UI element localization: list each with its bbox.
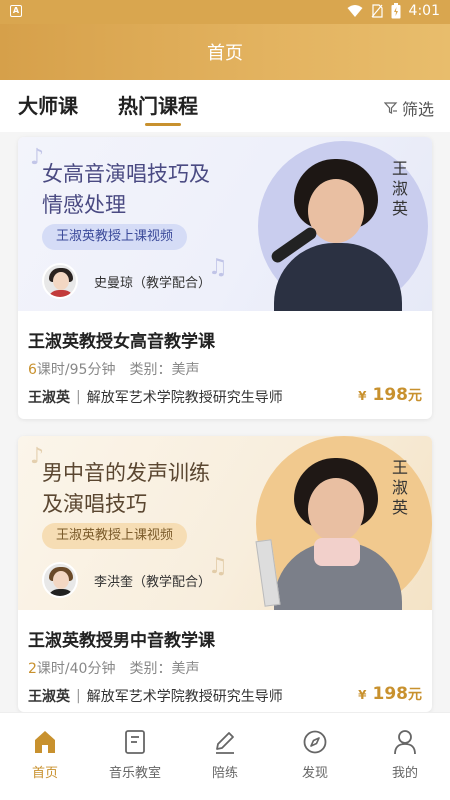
- course-meta: 6课时/95分钟 类别：美声: [28, 359, 199, 379]
- nav-label: 首页: [31, 766, 58, 781]
- pencil-icon: [216, 732, 234, 754]
- compass-icon: [303, 730, 327, 754]
- tab-master-class[interactable]: 大师课: [18, 90, 78, 119]
- course-card[interactable]: ♪ ♫ 男中音的发声训练 及演唱技巧 王淑英教授上课视频 李洪奎（教学配合） 王…: [18, 436, 432, 712]
- course-price: ¥198 元: [358, 385, 422, 405]
- course-list[interactable]: ♪ ♫ 女高音演唱技巧及 情感处理 王淑英教授上课视频 史曼琼（教学配合） 王淑…: [0, 132, 450, 712]
- nav-discover[interactable]: 发现: [270, 713, 360, 800]
- divider: |: [76, 688, 81, 704]
- banner-subtitle-pill: 王淑英教授上课视频: [42, 224, 188, 250]
- page-title: 首页: [207, 43, 243, 64]
- teacher-line: 王淑英 | 解放军艺术学院教授研究生导师: [28, 387, 283, 407]
- filter-button[interactable]: 筛选: [383, 96, 434, 120]
- teacher-description: 解放军艺术学院教授研究生导师: [86, 390, 283, 406]
- nav-label: 发现: [301, 766, 328, 781]
- nav-label: 音乐教室: [108, 766, 161, 781]
- active-tab-indicator: [145, 123, 181, 126]
- assistant-avatar: [42, 263, 78, 299]
- banner-headline: 男中音的发声训练 及演唱技巧: [42, 461, 210, 516]
- course-duration: 6课时/95分钟: [28, 362, 116, 378]
- assistant-name: 李洪奎（教学配合）: [94, 574, 212, 590]
- user-icon: [394, 730, 416, 755]
- course-duration: 2课时/40分钟: [28, 661, 116, 677]
- app-header: 首页: [0, 24, 450, 80]
- home-icon: [35, 731, 55, 753]
- course-meta: 2课时/40分钟 类别：美声: [28, 658, 199, 678]
- filter-icon: [383, 102, 398, 114]
- teacher-name: 王淑英: [28, 689, 70, 705]
- course-banner[interactable]: ♪ ♫ 男中音的发声训练 及演唱技巧 王淑英教授上课视频 李洪奎（教学配合） 王…: [18, 436, 432, 610]
- assistant-avatar: [42, 562, 78, 598]
- book-icon: [125, 730, 145, 754]
- status-icons: 4:01: [347, 3, 440, 19]
- divider: |: [76, 389, 81, 405]
- nav-mine[interactable]: 我的: [360, 713, 450, 800]
- no-sim-icon: [371, 4, 383, 18]
- assistant-info: 史曼琼（教学配合）: [42, 263, 211, 299]
- teacher-portrait: [255, 454, 408, 610]
- teacher-description: 解放军艺术学院教授研究生导师: [86, 689, 283, 705]
- teacher-vertical-name: 王淑英: [391, 458, 408, 517]
- teacher-vertical-name: 王淑英: [391, 159, 408, 218]
- assistant-name: 史曼琼（教学配合）: [94, 275, 212, 291]
- status-time: 4:01: [408, 3, 440, 19]
- nav-label: 陪练: [211, 766, 238, 781]
- app-notification-icon: A: [10, 5, 22, 17]
- scarf-decor: [314, 538, 360, 566]
- teacher-name: 王淑英: [28, 390, 70, 406]
- status-bar: A 4:01: [0, 0, 450, 24]
- course-price: ¥198 元: [358, 684, 422, 704]
- nav-label: 我的: [391, 766, 418, 781]
- course-category: 类别：美声: [129, 661, 200, 677]
- course-banner[interactable]: ♪ ♫ 女高音演唱技巧及 情感处理 王淑英教授上课视频 史曼琼（教学配合） 王淑…: [18, 137, 432, 311]
- assistant-info: 李洪奎（教学配合）: [42, 562, 211, 598]
- course-title[interactable]: 王淑英教授女高音教学课: [28, 327, 215, 352]
- bottom-nav: 首页 音乐教室 陪练 发现 我的: [0, 712, 450, 800]
- nav-music-classroom[interactable]: 音乐教室: [90, 713, 180, 800]
- teacher-line: 王淑英 | 解放军艺术学院教授研究生导师: [28, 686, 283, 706]
- teacher-portrait: [268, 155, 408, 311]
- book-icon: [255, 539, 281, 607]
- nav-practice[interactable]: 陪练: [180, 713, 270, 800]
- course-category: 类别：美声: [129, 362, 200, 378]
- filter-label: 筛选: [401, 100, 434, 119]
- banner-subtitle-pill: 王淑英教授上课视频: [42, 523, 188, 549]
- course-tabs: 大师课 热门课程 筛选: [0, 80, 450, 132]
- battery-icon: [391, 3, 401, 19]
- course-card[interactable]: ♪ ♫ 女高音演唱技巧及 情感处理 王淑英教授上课视频 史曼琼（教学配合） 王淑…: [18, 137, 432, 419]
- course-title[interactable]: 王淑英教授男中音教学课: [28, 626, 215, 651]
- nav-home[interactable]: 首页: [0, 713, 90, 800]
- banner-headline: 女高音演唱技巧及 情感处理: [42, 162, 210, 217]
- wifi-icon: [347, 5, 363, 17]
- tab-hot-courses[interactable]: 热门课程: [118, 90, 198, 119]
